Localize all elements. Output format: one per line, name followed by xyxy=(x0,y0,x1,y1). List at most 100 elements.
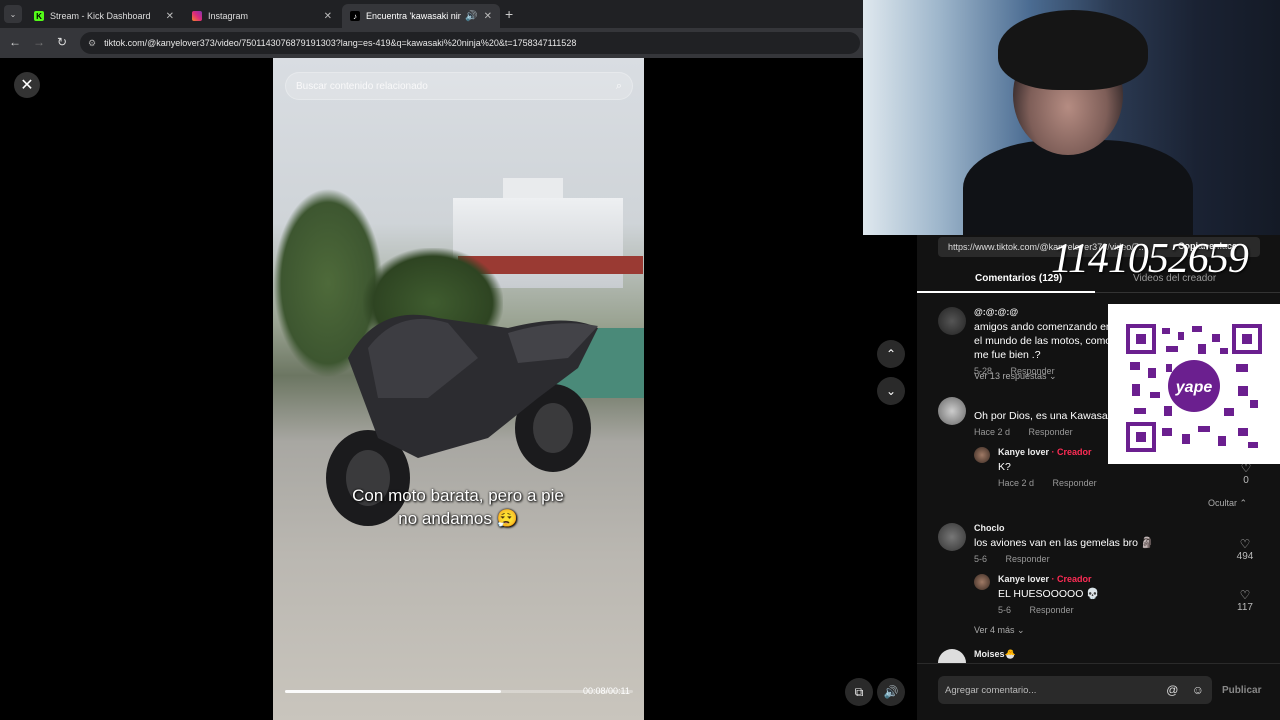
tab-creator-videos[interactable]: Videos del creador xyxy=(1133,273,1216,284)
pip-icon: ⧉ xyxy=(854,684,864,699)
close-tab-icon[interactable]: ✕ xyxy=(484,11,492,22)
webcam-person-hair xyxy=(998,10,1148,90)
reply-button[interactable]: Responder xyxy=(1030,605,1074,615)
comment-input[interactable]: Agregar comentario... @ ☺ xyxy=(938,676,1212,704)
tab-label: Encuentra 'kawasaki ninja' xyxy=(366,11,462,21)
search-icon[interactable]: ⌕ xyxy=(616,80,622,93)
comment-text: los aviones van en las gemelas bro 🗿 xyxy=(974,537,1155,549)
reload-icon[interactable]: ↻ xyxy=(57,35,67,49)
avatar[interactable] xyxy=(938,523,966,551)
back-arrow-icon[interactable]: ← xyxy=(9,35,21,49)
view-replies-button[interactable]: Ver 13 respuestas ⌄ xyxy=(974,371,1057,382)
qr-code-overlay: yape xyxy=(1108,304,1280,464)
tab-tiktok-search[interactable]: ♪ Encuentra 'kawasaki ninja' 🔊 ✕ xyxy=(342,4,500,28)
comment-username[interactable]: Choclo xyxy=(974,523,1224,533)
url-text: tiktok.com/@kanyelover373/video/75011430… xyxy=(104,38,577,48)
volume-button[interactable]: 🔊 xyxy=(877,678,905,706)
progress-fill xyxy=(285,690,501,693)
close-tab-icon[interactable]: ✕ xyxy=(324,11,332,22)
avatar[interactable] xyxy=(938,397,966,425)
video-player[interactable]: Buscar contenido relacionado ⌕ Con moto … xyxy=(273,58,644,720)
publish-button[interactable]: Publicar xyxy=(1222,685,1261,696)
comment-input-row: Agregar comentario... @ ☺ Publicar xyxy=(917,663,1280,720)
creator-badge: · Creador xyxy=(1051,447,1092,457)
comment-date: 5-6 xyxy=(998,605,1012,615)
active-tab-indicator xyxy=(917,291,1095,293)
close-tab-icon[interactable]: ✕ xyxy=(166,11,174,22)
comment-item: Choclo los aviones van en las gemelas br… xyxy=(938,523,1268,567)
video-viewer: ✕ Buscar contenido relacionado ⌕ Con mot… xyxy=(0,58,917,720)
comment-username[interactable]: Kanye lover · Creador xyxy=(998,574,1248,584)
webcam-person-body xyxy=(963,140,1193,235)
tab-search-menu-button[interactable]: ⌄ xyxy=(4,5,22,23)
svg-text:yape: yape xyxy=(1175,379,1213,396)
avatar[interactable] xyxy=(938,307,966,335)
like-count: 0 xyxy=(1243,475,1249,486)
chevron-down-icon: ⌄ xyxy=(885,384,897,398)
comment-text: EL HUESOOOOO 💀 xyxy=(998,588,1100,600)
site-info-icon[interactable]: ⚙ xyxy=(88,38,96,49)
volume-icon: 🔊 xyxy=(883,685,899,699)
tab-kick-dashboard[interactable]: K Stream - Kick Dashboard ✕ xyxy=(26,4,182,28)
comment-body: Kanye lover · Creador EL HUESOOOOO 💀 5-6… xyxy=(998,574,1248,615)
tab-instagram[interactable]: Instagram ✕ xyxy=(184,4,340,28)
avatar[interactable] xyxy=(974,447,990,463)
like-button[interactable]: ♡ 0 xyxy=(1231,461,1261,486)
heart-icon: ♡ xyxy=(1239,588,1251,602)
comment-date: Hace 2 d xyxy=(974,427,1011,437)
close-icon: ✕ xyxy=(20,77,34,94)
new-tab-button[interactable]: + xyxy=(505,6,513,22)
reply-button[interactable]: Responder xyxy=(1053,478,1097,488)
comment-item: Moises🐣 xyxy=(938,649,1268,663)
comment-text: Oh por Dios, es una Kawasaki xyxy=(974,410,1110,422)
previous-video-button[interactable]: ⌃ xyxy=(877,340,905,368)
comment-input-placeholder: Agregar comentario... xyxy=(945,684,1037,696)
comment-meta: 5-6 Responder xyxy=(974,554,1224,564)
reply-username: Kanye lover xyxy=(998,574,1050,584)
related-search-placeholder: Buscar contenido relacionado xyxy=(296,80,428,92)
instagram-icon xyxy=(192,11,202,21)
comment-date: Hace 2 d xyxy=(998,478,1035,488)
like-count: 117 xyxy=(1237,602,1253,613)
qr-code-image: yape xyxy=(1126,324,1262,452)
view-more-replies-button[interactable]: Ver 4 más ⌄ xyxy=(974,625,1025,636)
forward-arrow-icon[interactable]: → xyxy=(33,35,45,49)
heart-icon: ♡ xyxy=(1239,537,1251,551)
reply-username: Kanye lover xyxy=(998,447,1050,457)
emoji-icon[interactable]: ☺ xyxy=(1192,683,1204,697)
next-video-button[interactable]: ⌄ xyxy=(877,377,905,405)
comment-body: Choclo los aviones van en las gemelas br… xyxy=(974,523,1224,564)
webcam-overlay xyxy=(863,0,1280,235)
hide-replies-button[interactable]: Ocultar ⌃ xyxy=(1208,498,1247,509)
comment-meta: Hace 2 d Responder xyxy=(998,478,1248,488)
like-count: 494 xyxy=(1236,551,1254,562)
reply-button[interactable]: Responder xyxy=(1029,427,1073,437)
audio-playing-icon[interactable]: 🔊 xyxy=(465,11,477,22)
comment-body: Moises🐣 xyxy=(974,649,1224,660)
comment-text: amigos ando comenzando en el mundo de la… xyxy=(974,321,1112,361)
close-viewer-button[interactable]: ✕ xyxy=(14,72,40,98)
reply-button[interactable]: Responder xyxy=(1006,554,1050,564)
like-button[interactable]: ♡ 494 xyxy=(1230,537,1260,562)
related-search-input[interactable]: Buscar contenido relacionado ⌕ xyxy=(285,72,633,100)
tab-comments[interactable]: Comentarios (129) xyxy=(975,273,1062,284)
comment-username[interactable]: Moises🐣 xyxy=(974,649,1224,660)
reply-item: Kanye lover · Creador EL HUESOOOOO 💀 5-6… xyxy=(974,574,1264,618)
comment-meta: 5-6 Responder xyxy=(998,605,1248,615)
creator-badge: · Creador xyxy=(1051,574,1092,584)
chevron-up-icon: ⌃ xyxy=(885,347,897,361)
kick-icon: K xyxy=(34,11,44,21)
caption-line: Con moto barata, pero a pie xyxy=(352,486,564,505)
tab-label: Stream - Kick Dashboard xyxy=(50,11,151,21)
avatar[interactable] xyxy=(938,649,966,663)
video-timecode: 00:08/00:11 xyxy=(583,686,630,696)
tab-label: Instagram xyxy=(208,11,249,21)
url-field[interactable]: ⚙ tiktok.com/@kanyelover373/video/750114… xyxy=(80,32,860,54)
mention-icon[interactable]: @ xyxy=(1166,683,1178,697)
caption-line: no andamos 😮‍💨 xyxy=(398,509,518,528)
avatar[interactable] xyxy=(974,574,990,590)
like-button[interactable]: ♡ 117 xyxy=(1230,588,1260,613)
floating-player-button[interactable]: ⧉ xyxy=(845,678,873,706)
panel-tabs: Comentarios (129) Videos del creador xyxy=(917,267,1280,293)
comment-date: 5-6 xyxy=(974,554,988,564)
